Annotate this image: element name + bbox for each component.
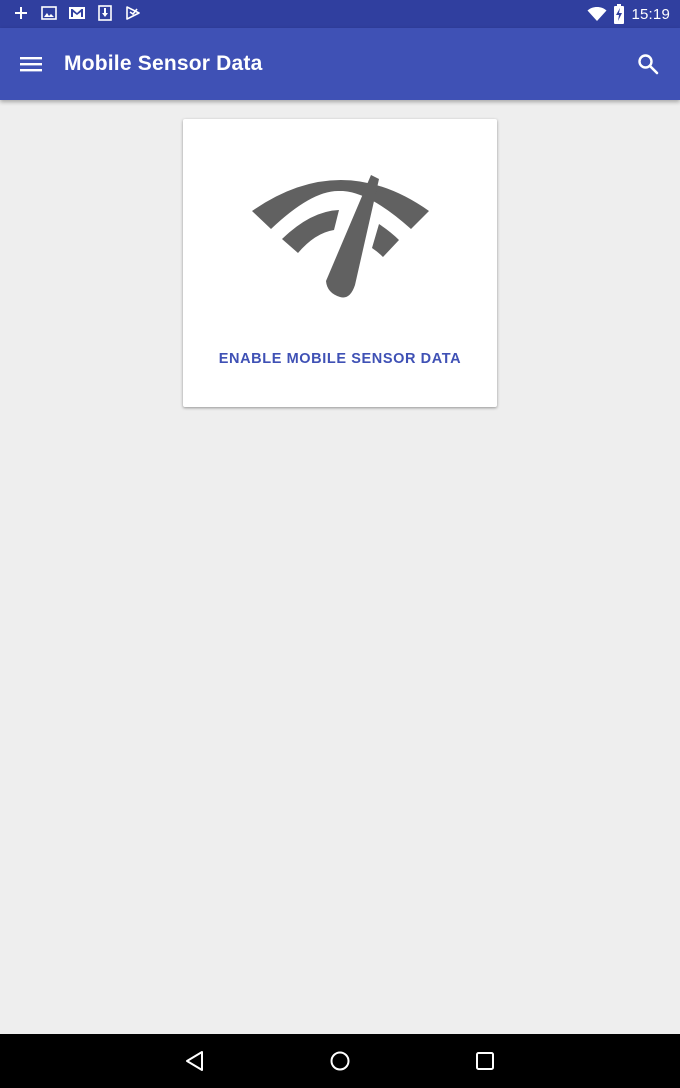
- status-time: 15:19: [631, 5, 670, 23]
- play-store-icon: [124, 4, 142, 22]
- notification-icons: [12, 4, 152, 22]
- app-bar: Mobile Sensor Data: [0, 28, 680, 100]
- navigation-bar: [0, 1034, 680, 1088]
- recents-icon: [476, 1052, 494, 1070]
- home-button[interactable]: [325, 1047, 355, 1075]
- status-bar: 15:19: [0, 0, 680, 28]
- system-status: 15:19: [587, 4, 670, 24]
- back-icon: [186, 1051, 203, 1071]
- speedometer-icon: [251, 171, 431, 301]
- download-icon: [96, 4, 114, 22]
- back-button[interactable]: [180, 1047, 210, 1075]
- menu-button[interactable]: [16, 50, 46, 78]
- sensor-data-card: ENABLE MOBILE SENSOR DATA: [183, 119, 497, 407]
- wifi-icon: [587, 6, 607, 22]
- page-title: Mobile Sensor Data: [64, 52, 263, 75]
- search-icon: [638, 54, 659, 75]
- recents-button[interactable]: [470, 1047, 500, 1075]
- gmail-icon: [68, 4, 86, 22]
- battery-charging-icon: [613, 4, 625, 24]
- image-icon: [40, 4, 58, 22]
- menu-icon: [20, 57, 42, 72]
- search-button[interactable]: [634, 50, 662, 78]
- enable-sensor-data-button[interactable]: ENABLE MOBILE SENSOR DATA: [183, 345, 497, 373]
- add-icon: [12, 4, 30, 22]
- home-icon: [330, 1051, 350, 1071]
